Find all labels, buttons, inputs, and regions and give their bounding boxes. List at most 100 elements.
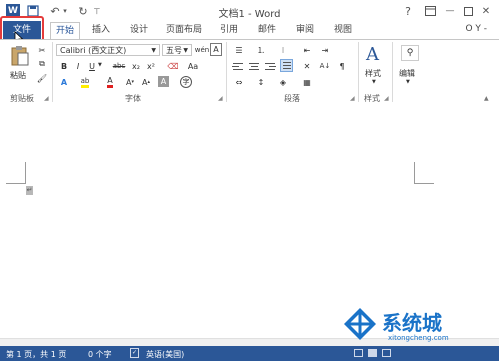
bold-button[interactable]: B	[58, 60, 70, 72]
font-name-value: Calibri (西文正文)	[60, 45, 127, 55]
crop-mark	[414, 162, 415, 184]
tab-layout[interactable]: 页面布局	[162, 22, 206, 39]
help-icon[interactable]: ?	[402, 3, 414, 19]
bullets-icon[interactable]: ☰	[232, 44, 246, 56]
word-count[interactable]: 0 个字	[88, 349, 112, 360]
styles-button[interactable]: A 样式 ▼	[362, 43, 388, 87]
font-size-dropdown[interactable]: 五号 ▼	[162, 44, 192, 56]
group-divider	[52, 42, 53, 102]
watermark-url: xitongcheng.com	[388, 334, 449, 342]
text-highlight-icon[interactable]: ab	[78, 76, 92, 88]
font-size-value: 五号	[166, 45, 182, 55]
watermark-brand: 系统城	[382, 311, 442, 335]
tab-mailings[interactable]: 邮件	[252, 22, 282, 39]
strikethrough-button[interactable]: abc	[110, 60, 128, 72]
change-case-icon[interactable]: Aa	[186, 60, 200, 72]
show-marks-icon[interactable]: ¶	[336, 60, 348, 72]
chevron-down-icon: ▼	[372, 79, 376, 85]
align-right-icon[interactable]	[264, 60, 276, 72]
distributed-icon[interactable]: ⇔	[232, 76, 246, 88]
ribbon-display-options-icon[interactable]	[424, 3, 436, 19]
shading-icon[interactable]: ◈	[276, 76, 290, 88]
group-divider	[226, 42, 227, 102]
print-layout-icon[interactable]	[368, 349, 377, 357]
underline-button[interactable]: U	[86, 60, 98, 72]
encircle-character-icon[interactable]: 字	[180, 76, 192, 88]
superscript-button[interactable]: x²	[145, 60, 157, 72]
crop-mark	[414, 183, 434, 184]
ribbon-tab-bar: 文件 开始 插入 设计 页面布局 引用 邮件 审阅 视图 O Y -	[0, 21, 499, 39]
web-layout-icon[interactable]	[382, 349, 391, 357]
page-count[interactable]: 第 1 页，共 1 页	[6, 349, 66, 360]
tab-review[interactable]: 审阅	[290, 22, 320, 39]
grow-font-icon[interactable]: A ▴	[140, 76, 152, 88]
account-name[interactable]: O Y -	[465, 24, 487, 34]
styles-icon: A	[366, 44, 379, 65]
cut-icon[interactable]: ✂	[36, 44, 48, 56]
styles-launcher-icon[interactable]: ◢	[384, 95, 389, 102]
clipboard-group-label: 剪贴板	[10, 94, 34, 103]
line-spacing-icon[interactable]: ↕	[254, 76, 268, 88]
subscript-button[interactable]: x₂	[130, 60, 142, 72]
paragraph-group-label: 段落	[284, 94, 300, 103]
tab-design[interactable]: 设计	[124, 22, 154, 39]
editing-button[interactable]: ⚲ 编辑 ▼	[396, 43, 422, 87]
binoculars-icon: ⚲	[401, 45, 419, 61]
decrease-indent-icon[interactable]: ⇤	[300, 44, 314, 56]
borders-icon[interactable]: ▦	[300, 76, 314, 88]
justify-icon[interactable]	[280, 59, 293, 72]
read-mode-icon[interactable]	[354, 349, 363, 357]
proofing-icon[interactable]: ✓	[130, 348, 139, 358]
chinese-layout-icon[interactable]: ✕	[300, 60, 314, 72]
character-shading-icon[interactable]: A	[158, 76, 169, 87]
tab-references[interactable]: 引用	[214, 22, 244, 39]
close-icon[interactable]: ✕	[480, 3, 492, 19]
multilevel-list-icon[interactable]: ⁝	[276, 44, 290, 56]
clear-formatting-icon[interactable]: ⌫	[166, 60, 180, 72]
crop-mark	[6, 183, 26, 184]
font-color-icon[interactable]: A	[104, 76, 116, 88]
editing-label: 编辑	[399, 69, 415, 78]
font-name-dropdown[interactable]: Calibri (西文正文) ▼	[56, 44, 160, 56]
paragraph-mark-icon: ↵	[26, 186, 33, 195]
copy-icon[interactable]: ⧉	[36, 58, 48, 70]
enclose-character-icon[interactable]: A	[210, 43, 222, 56]
format-painter-icon[interactable]: 🖌	[36, 72, 48, 84]
paragraph-launcher-icon[interactable]: ◢	[350, 95, 355, 102]
vertical-scrollbar[interactable]	[490, 106, 499, 338]
italic-button[interactable]: I	[72, 60, 84, 72]
font-launcher-icon[interactable]: ◢	[218, 95, 223, 102]
ribbon: 粘贴 ✂ ⧉ 🖌 剪贴板 ◢ Calibri (西文正文) ▼ 五号 ▼ wén…	[0, 39, 499, 107]
font-group-label: 字体	[125, 94, 141, 103]
language-indicator[interactable]: 英语(美国)	[146, 349, 184, 360]
shrink-font-icon[interactable]: A ▾	[124, 76, 136, 88]
group-divider	[392, 42, 393, 102]
chevron-down-icon: ▼	[151, 46, 156, 54]
tab-view[interactable]: 视图	[328, 22, 358, 39]
underline-dropdown-icon[interactable]: ▼	[98, 62, 102, 68]
chevron-down-icon: ▼	[183, 46, 188, 54]
clipboard-icon	[10, 45, 30, 70]
phonetic-guide-icon[interactable]: wén	[195, 44, 209, 56]
title-bar: W ↶ ▾ ↻ ⊤ 文档1 - Word ? — ✕	[0, 0, 499, 22]
paste-label: 粘贴	[10, 71, 26, 80]
increase-indent-icon[interactable]: ⇥	[318, 44, 332, 56]
group-divider	[358, 42, 359, 102]
collapse-ribbon-icon[interactable]: ▲	[484, 95, 489, 102]
minimize-icon[interactable]: —	[444, 3, 456, 19]
align-left-icon[interactable]	[232, 60, 244, 72]
text-effects-icon[interactable]: A	[58, 76, 70, 88]
status-bar: 第 1 页，共 1 页 0 个字 ✓ 英语(美国)	[0, 346, 499, 361]
sort-icon[interactable]: A↓	[318, 60, 332, 72]
chevron-down-icon: ▼	[406, 79, 410, 85]
align-center-icon[interactable]	[248, 60, 260, 72]
paste-button[interactable]: 粘贴	[6, 43, 34, 81]
watermark-logo	[342, 306, 378, 345]
tab-home[interactable]: 开始	[50, 22, 80, 39]
tab-insert[interactable]: 插入	[86, 22, 116, 39]
clipboard-launcher-icon[interactable]: ◢	[44, 95, 49, 102]
maximize-icon[interactable]	[462, 3, 474, 19]
document-area[interactable]: ↵	[0, 106, 499, 340]
watermark: 系统城 xitongcheng.com	[342, 306, 492, 344]
numbering-icon[interactable]: ⒈	[254, 44, 268, 56]
